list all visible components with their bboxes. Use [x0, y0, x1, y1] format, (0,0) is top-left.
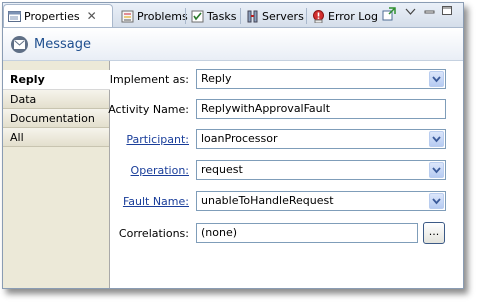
implement-as-value: Reply [201, 72, 232, 85]
message-icon [11, 35, 28, 53]
error-log-icon [312, 9, 325, 23]
chevron-down-icon[interactable] [429, 162, 444, 178]
reply-form: Implement as: Reply Activity Name: Reply… [108, 61, 463, 288]
participant-value: loanProcessor [201, 132, 278, 145]
participant-select[interactable]: loanProcessor [196, 129, 446, 149]
properties-icon [8, 10, 21, 23]
participant-link[interactable]: Participant: [126, 133, 189, 146]
page-title: Message [34, 36, 91, 52]
operation-link[interactable]: Operation: [131, 164, 189, 177]
nav-item-documentation[interactable]: Documentation [3, 109, 109, 128]
tab-problems[interactable]: Problems [117, 6, 188, 26]
section-header: Message [3, 28, 463, 61]
tab-separator [240, 8, 241, 24]
activity-name-label: Activity Name: [108, 103, 189, 116]
implement-as-row: Implement as: Reply [110, 69, 463, 91]
view-menu-chevron-down-icon[interactable] [405, 6, 416, 19]
fault-name-select[interactable]: unableToHandleRequest [196, 191, 446, 211]
tab-error-log[interactable]: Error Log [308, 6, 378, 26]
nav-item-data[interactable]: Data [3, 90, 109, 109]
pin-view-icon[interactable] [382, 7, 396, 23]
fault-name-value: unableToHandleRequest [201, 194, 334, 207]
browse-correlations-button[interactable]: ... [423, 222, 445, 244]
correlations-label: Correlations: [118, 227, 189, 240]
activity-name-row: Activity Name: ReplywithApprovalFault [108, 99, 463, 121]
implement-as-select[interactable]: Reply [196, 69, 446, 89]
view-tab-bar: Properties ✕ Problems Tasks Servers Erro… [3, 3, 463, 28]
activity-name-input[interactable]: ReplywithApprovalFault [196, 99, 446, 119]
tab-separator [306, 8, 307, 24]
tab-label: Properties [24, 9, 80, 23]
correlations-field[interactable]: (none) [196, 223, 418, 243]
chevron-down-icon[interactable] [429, 193, 444, 209]
nav-item-reply[interactable]: Reply [3, 70, 110, 90]
correlations-value: (none) [201, 226, 238, 239]
participant-row: Participant: loanProcessor [110, 129, 463, 151]
correlations-row: Correlations: (none) ... [110, 222, 463, 245]
nav-spacer [3, 61, 109, 70]
maximize-icon[interactable] [441, 5, 453, 19]
tab-properties[interactable]: Properties ✕ [3, 4, 113, 27]
nav-item-all[interactable]: All [3, 128, 109, 147]
tab-separator [185, 8, 186, 24]
tasks-icon [191, 10, 204, 23]
close-tab-icon[interactable]: ✕ [87, 10, 97, 22]
activity-name-value: ReplywithApprovalFault [201, 102, 331, 115]
minimize-icon[interactable] [424, 7, 435, 20]
tab-label: Problems [137, 9, 188, 23]
tab-servers[interactable]: Servers [242, 6, 307, 26]
problems-icon [121, 10, 134, 23]
properties-view: Properties ✕ Problems Tasks Servers Erro… [2, 2, 464, 289]
property-tabs: Reply Data Documentation All [3, 61, 110, 288]
operation-row: Operation: request [110, 160, 463, 182]
chevron-down-icon[interactable] [429, 131, 444, 147]
implement-as-label: Implement as: [109, 73, 189, 86]
tab-label: Servers [262, 9, 304, 23]
tab-tasks[interactable]: Tasks [187, 6, 241, 26]
servers-icon [246, 10, 259, 23]
fault-name-row: Fault Name: unableToHandleRequest [110, 191, 463, 213]
operation-select[interactable]: request [196, 160, 446, 180]
tab-label: Error Log [328, 9, 378, 23]
operation-value: request [201, 163, 243, 176]
fault-name-link[interactable]: Fault Name: [123, 195, 189, 208]
chevron-down-icon[interactable] [429, 71, 444, 87]
tab-label: Tasks [207, 9, 237, 23]
